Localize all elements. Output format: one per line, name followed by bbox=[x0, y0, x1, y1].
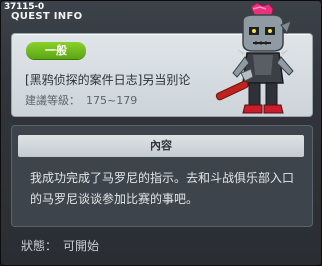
window-title: QUEST INFO bbox=[11, 11, 83, 22]
quest-category-badge: 一般 bbox=[26, 42, 86, 59]
content-body: 我成功完成了马罗尼的指示。去和斗战俱乐部入口 的马罗尼谈谈参加比赛的事吧。 bbox=[30, 168, 302, 210]
content-line: 我成功完成了马罗尼的指示。去和斗战俱乐部入口 bbox=[30, 171, 295, 185]
quest-name: [黑鸦侦探的案件日志]另当别论 bbox=[25, 73, 191, 87]
content-header: 內容 bbox=[18, 135, 304, 157]
level-range: 175~179 bbox=[86, 94, 138, 107]
quest-status: 狀態： 可開始 bbox=[21, 237, 99, 254]
quest-npc-character-icon bbox=[215, 3, 294, 114]
recommended-level: 建議等級： 175~179 bbox=[25, 92, 137, 108]
level-label: 建議等級： bbox=[25, 94, 80, 107]
status-value: 可開始 bbox=[63, 239, 100, 253]
quest-info-window: 37115-0 QUEST INFO 一般 [黑鸦侦探的案件日志]另当别论 建議… bbox=[0, 0, 322, 266]
quest-content-panel: 內容 我成功完成了马罗尼的指示。去和斗战俱乐部入口 的马罗尼谈谈参加比赛的事吧。 bbox=[11, 125, 313, 227]
content-line: 的马罗尼谈谈参加比赛的事吧。 bbox=[30, 192, 199, 206]
status-label: 狀態： bbox=[21, 239, 58, 253]
